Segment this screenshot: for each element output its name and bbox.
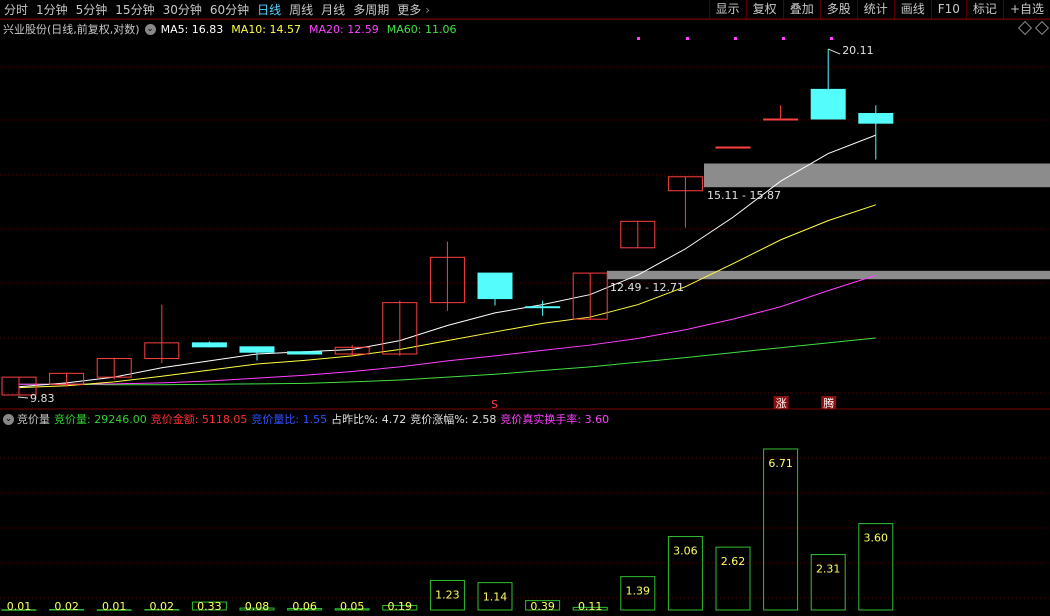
signal-dot: [637, 37, 640, 40]
signal-dot: [734, 37, 737, 40]
auction-bar-label: 0.11: [578, 600, 603, 613]
support-zone: [704, 163, 1050, 188]
auction-bar-label: 3.06: [673, 545, 698, 558]
auction-bar-label: 0.08: [245, 600, 270, 613]
candle-body: [715, 146, 751, 149]
high-pointer: [828, 48, 841, 55]
low-pointer: [17, 396, 29, 399]
candle-body: [810, 88, 846, 120]
sell-marker: S: [491, 398, 498, 411]
auction-bar-label: 0.19: [388, 600, 413, 613]
auction-bar-label: 0.01: [102, 600, 127, 613]
candle-body: [477, 272, 513, 300]
signal-badge-text: 腾: [823, 396, 834, 410]
candle-body: [525, 306, 561, 309]
signal-badge-text: 涨: [776, 397, 787, 410]
high-price-label: 20.11: [842, 44, 874, 57]
kline-chart[interactable]: 15.11 - 15.87 12.49 - 12.71 20.11 9.83 S 涨 腾 0.…: [0, 0, 1050, 616]
low-price-label: 9.83: [30, 392, 55, 405]
candle-body: [239, 346, 275, 353]
auction-bar-label: 0.01: [7, 600, 32, 613]
candle-body: [763, 118, 799, 121]
auction-bar-label: 0.02: [54, 600, 79, 613]
auction-bar-label: 1.39: [626, 585, 651, 598]
auction-bar-label: 0.02: [150, 600, 175, 613]
signal-dot: [830, 37, 833, 40]
auction-bar: [763, 448, 799, 611]
candle-body: [191, 342, 227, 348]
auction-bar-label: 2.31: [816, 563, 841, 576]
zone-label: 12.49 - 12.71: [610, 281, 684, 294]
auction-bar-label: 2.62: [721, 555, 746, 568]
signal-dot: [686, 37, 689, 40]
candle-body: [287, 351, 323, 355]
auction-bar-label: 6.71: [768, 457, 793, 470]
auction-bar-label: 0.05: [340, 600, 365, 613]
signal-dot: [782, 37, 785, 40]
auction-bar-label: 0.39: [530, 600, 555, 613]
auction-bar-label: 0.06: [292, 600, 317, 613]
auction-bar-label: 1.23: [435, 588, 460, 601]
zone-label: 15.11 - 15.87: [707, 189, 781, 202]
support-zone: [607, 270, 1050, 280]
candle-body: [858, 112, 894, 124]
auction-bar-label: 0.33: [197, 600, 222, 613]
auction-bar-label: 3.60: [864, 532, 889, 545]
auction-bar-label: 1.14: [483, 590, 508, 603]
